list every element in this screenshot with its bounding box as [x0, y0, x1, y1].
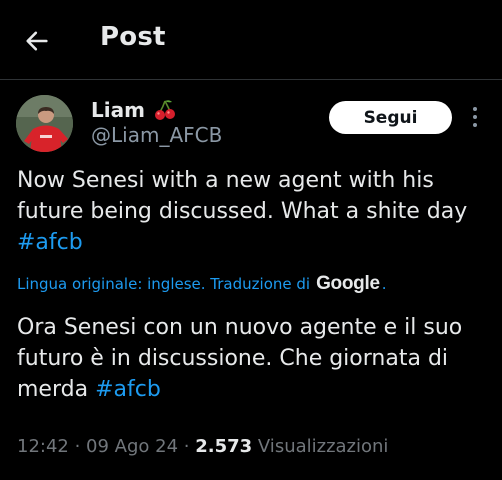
avatar-image [16, 95, 73, 152]
translated-hashtag-link[interactable]: #afcb [95, 377, 161, 402]
translation-notice[interactable]: Lingua originale: inglese. Traduzione di… [17, 273, 387, 295]
tweet-text: Now Senesi with a new agent with his fut… [17, 165, 492, 258]
views-label: Visualizzazioni [252, 436, 389, 457]
follow-button[interactable]: Segui [329, 101, 452, 134]
translation-notice-text: Lingua originale: inglese. Traduzione di [17, 275, 311, 293]
post-time[interactable]: 12:42 [17, 436, 69, 457]
hashtag-link[interactable]: #afcb [17, 230, 83, 255]
back-button[interactable] [20, 24, 54, 58]
translation-dot: . [381, 275, 387, 293]
tweet-body: Now Senesi with a new agent with his fut… [17, 168, 468, 224]
meta-separator: · [178, 436, 196, 457]
page-title: Post [100, 22, 166, 52]
post-meta: 12:42 · 09 Ago 24 · 2.573 Visualizzazion… [17, 436, 388, 457]
meta-separator: · [68, 436, 87, 457]
top-bar: Post [0, 0, 502, 80]
display-name-row: Liam [91, 97, 177, 123]
display-name[interactable]: Liam [91, 98, 145, 122]
post-date[interactable]: 09 Ago 24 [86, 436, 178, 457]
arrow-left-icon [26, 31, 48, 51]
avatar[interactable] [16, 95, 73, 152]
google-logo: Google [316, 273, 380, 294]
translated-text: Ora Senesi con un nuovo agente e il suo … [17, 312, 492, 405]
more-dots-icon [473, 107, 477, 127]
translated-body: Ora Senesi con un nuovo agente e il suo … [17, 315, 463, 402]
views-count[interactable]: 2.573 [195, 436, 252, 457]
more-options-button[interactable] [462, 104, 488, 130]
user-handle[interactable]: @Liam_AFCB [91, 123, 222, 147]
cherries-emoji [154, 100, 175, 120]
